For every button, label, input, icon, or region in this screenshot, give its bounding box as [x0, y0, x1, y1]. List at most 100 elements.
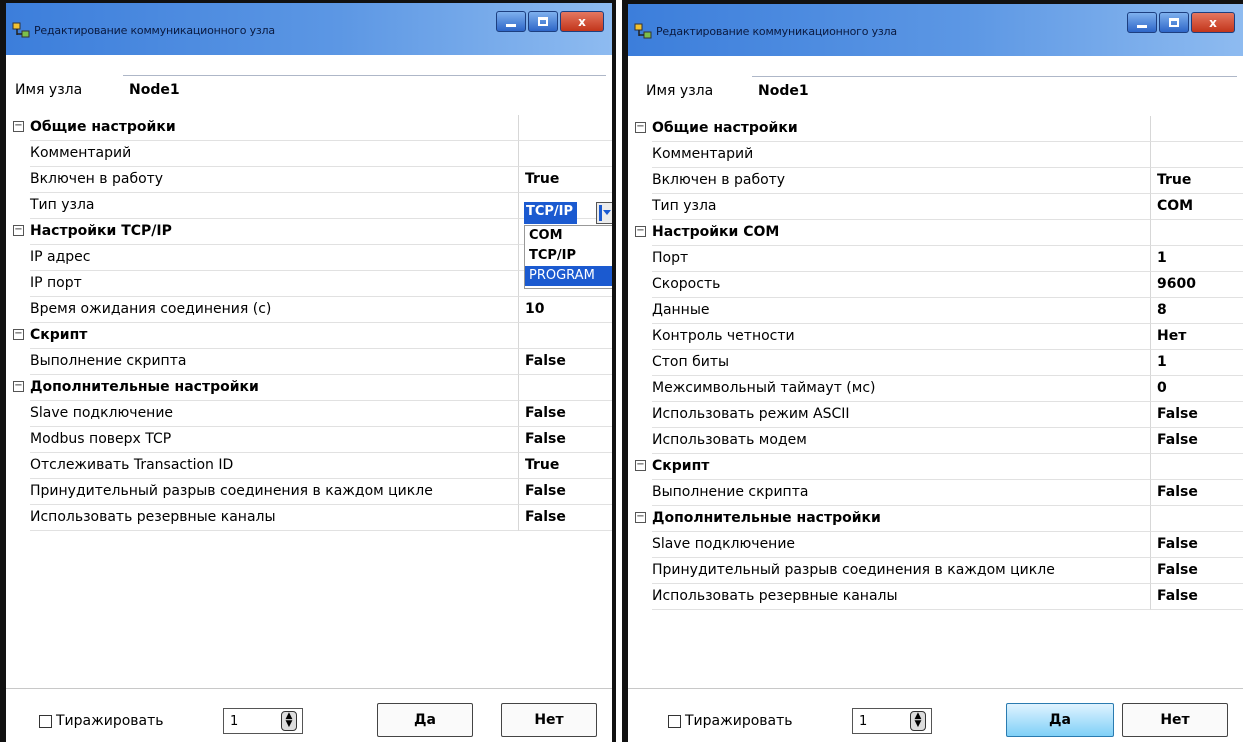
collapse-icon[interactable]: − [635, 460, 646, 471]
category-name: Дополнительные настройки [30, 375, 518, 401]
property-value[interactable]: 1 [1150, 350, 1243, 376]
spinner-icon[interactable]: ▲ ▼ [910, 711, 926, 731]
titlebar[interactable]: Редактирование коммуникационного узла x [628, 4, 1243, 56]
property-row[interactable]: Отслеживать Transaction ID True [6, 453, 612, 479]
collapse-icon[interactable]: − [635, 512, 646, 523]
property-value[interactable]: False [1150, 428, 1243, 454]
property-value[interactable]: False [518, 349, 612, 375]
category-row[interactable]: − Общие настройки [628, 116, 1243, 142]
replicate-count-stepper[interactable]: 1 ▲ ▼ [852, 708, 932, 734]
property-row[interactable]: Принудительный разрыв соединения в каждо… [6, 479, 612, 505]
property-value[interactable]: 1 [1150, 246, 1243, 272]
replicate-checkbox[interactable] [39, 714, 52, 728]
node-name-input[interactable]: Node1 [752, 76, 1237, 104]
category-name: Скрипт [652, 454, 1150, 480]
minimize-button[interactable] [496, 11, 526, 32]
property-value[interactable]: 0 [1150, 376, 1243, 402]
property-name: Данные [652, 298, 1150, 324]
property-value[interactable]: False [1150, 532, 1243, 558]
property-value[interactable]: True [518, 167, 612, 193]
dropdown-option-tcpip[interactable]: TCP/IP [525, 246, 612, 266]
property-row[interactable]: Принудительный разрыв соединения в каждо… [628, 558, 1243, 584]
property-row[interactable]: Данные 8 [628, 298, 1243, 324]
close-button[interactable]: x [560, 11, 604, 32]
collapse-icon[interactable]: − [13, 381, 24, 392]
property-row[interactable]: Выполнение скрипта False [6, 349, 612, 375]
node-name-input[interactable]: Node1 [123, 75, 606, 103]
property-row[interactable]: Использовать модем False [628, 428, 1243, 454]
property-value[interactable] [518, 141, 612, 167]
replicate-label: Тиражировать [685, 713, 793, 729]
property-name: Использовать резервные каналы [652, 584, 1150, 610]
category-row[interactable]: − Дополнительные настройки [6, 375, 612, 401]
property-row[interactable]: Скорость 9600 [628, 272, 1243, 298]
spinner-icon[interactable]: ▲ ▼ [281, 711, 297, 731]
property-value[interactable] [1150, 142, 1243, 168]
property-row[interactable]: Использовать резервные каналы False [628, 584, 1243, 610]
property-row[interactable]: IP адрес [6, 245, 612, 271]
property-row[interactable]: Modbus поверх TCP False [6, 427, 612, 453]
property-row[interactable]: Комментарий [6, 141, 612, 167]
collapse-icon[interactable]: − [13, 121, 24, 132]
node-type-combo-value[interactable]: TCP/IP [524, 202, 577, 224]
close-button[interactable]: x [1191, 12, 1235, 33]
property-value[interactable]: False [1150, 402, 1243, 428]
titlebar[interactable]: Редактирование коммуникационного узла x [6, 3, 612, 55]
ok-button[interactable]: Да [377, 703, 473, 737]
property-value[interactable]: False [518, 401, 612, 427]
dropdown-option-program[interactable]: PROGRAM [525, 266, 612, 286]
category-row[interactable]: − Дополнительные настройки [628, 506, 1243, 532]
property-row[interactable]: IP порт [6, 271, 612, 297]
node-type-dropdown-button[interactable] [596, 202, 612, 224]
cancel-button[interactable]: Нет [1122, 703, 1228, 737]
property-row[interactable]: Время ожидания соединения (с) 10 [6, 297, 612, 323]
property-value[interactable]: False [1150, 558, 1243, 584]
property-value[interactable]: True [1150, 168, 1243, 194]
collapse-icon[interactable]: − [13, 225, 24, 236]
collapse-icon[interactable]: − [635, 122, 646, 133]
property-row[interactable]: Slave подключение False [6, 401, 612, 427]
property-value[interactable]: True [518, 453, 612, 479]
property-value[interactable]: False [518, 479, 612, 505]
property-value[interactable]: Нет [1150, 324, 1243, 350]
maximize-button[interactable] [1159, 12, 1189, 33]
property-value[interactable]: False [518, 505, 612, 531]
property-value[interactable]: False [518, 427, 612, 453]
property-row[interactable]: Тип узла [6, 193, 612, 219]
category-row[interactable]: − Настройки TCP/IP [6, 219, 612, 245]
replicate-checkbox[interactable] [668, 714, 681, 728]
property-row[interactable]: Стоп биты 1 [628, 350, 1243, 376]
property-name: Тип узла [30, 193, 518, 219]
category-row[interactable]: − Общие настройки [6, 115, 612, 141]
minimize-button[interactable] [1127, 12, 1157, 33]
property-row[interactable]: Комментарий [628, 142, 1243, 168]
dropdown-option-com[interactable]: COM [525, 226, 612, 246]
collapse-icon[interactable]: − [635, 226, 646, 237]
property-row[interactable]: Включен в работу True [628, 168, 1243, 194]
property-row[interactable]: Выполнение скрипта False [628, 480, 1243, 506]
property-name: Modbus поверх TCP [30, 427, 518, 453]
property-value[interactable]: 9600 [1150, 272, 1243, 298]
category-row[interactable]: − Настройки COM [628, 220, 1243, 246]
edit-node-dialog-right: Редактирование коммуникационного узла x … [622, 0, 1243, 742]
property-value[interactable]: COM [1150, 194, 1243, 220]
property-row[interactable]: Межсимвольный таймаут (мс) 0 [628, 376, 1243, 402]
property-row[interactable]: Использовать режим ASCII False [628, 402, 1243, 428]
property-row[interactable]: Включен в работу True [6, 167, 612, 193]
cancel-button[interactable]: Нет [501, 703, 597, 737]
property-value[interactable]: False [1150, 584, 1243, 610]
collapse-icon[interactable]: − [13, 329, 24, 340]
ok-button[interactable]: Да [1006, 703, 1114, 737]
property-row[interactable]: Контроль четности Нет [628, 324, 1243, 350]
property-value[interactable]: 8 [1150, 298, 1243, 324]
property-row[interactable]: Тип узла COM [628, 194, 1243, 220]
category-row[interactable]: − Скрипт [628, 454, 1243, 480]
property-row[interactable]: Порт 1 [628, 246, 1243, 272]
replicate-count-stepper[interactable]: 1 ▲ ▼ [223, 708, 303, 734]
category-row[interactable]: − Скрипт [6, 323, 612, 349]
maximize-button[interactable] [528, 11, 558, 32]
property-row[interactable]: Использовать резервные каналы False [6, 505, 612, 531]
property-value[interactable]: False [1150, 480, 1243, 506]
property-value[interactable]: 10 [518, 297, 612, 323]
property-row[interactable]: Slave подключение False [628, 532, 1243, 558]
